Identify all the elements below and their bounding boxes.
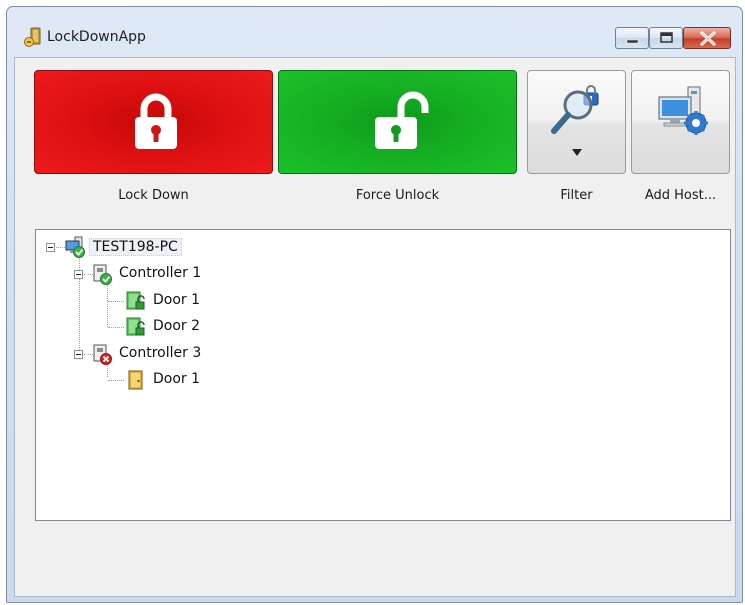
add-host-label: Add Host... — [644, 188, 717, 203]
collapse-toggle[interactable] — [74, 270, 83, 279]
tree-connector — [107, 280, 108, 327]
tree-connector — [108, 327, 124, 328]
collapse-toggle[interactable] — [74, 350, 83, 359]
add-host-icon — [658, 86, 708, 135]
filter-search-icon — [551, 85, 599, 134]
lock-down-label: Lock Down — [118, 188, 189, 203]
padlock-locked-icon — [135, 93, 177, 149]
app-window: LockDownApp Lock Down Force Unlock Filte… — [6, 6, 743, 603]
client-area: Lock Down Force Unlock Filter Add Host..… — [14, 57, 736, 597]
tree-node-host[interactable]: TEST198-PC — [46, 236, 346, 258]
controller-error-icon — [93, 344, 112, 365]
app-icon — [24, 27, 41, 47]
padlock-unlocked-icon — [375, 91, 429, 149]
door-label: Door 1 — [153, 371, 201, 387]
tree-node-door[interactable]: Door 1 — [125, 369, 325, 391]
close-icon — [700, 31, 716, 46]
tree-node-controller[interactable]: Controller 3 — [74, 343, 374, 365]
host-computer-icon — [65, 236, 85, 258]
tree-connector — [108, 301, 124, 302]
force-unlock-button[interactable] — [278, 70, 517, 174]
window-title: LockDownApp — [47, 29, 146, 45]
maximize-button[interactable] — [649, 27, 683, 49]
collapse-toggle[interactable] — [46, 243, 55, 252]
door-label: Door 1 — [153, 292, 201, 308]
tree-node-door[interactable]: Door 2 — [125, 316, 325, 338]
tree-node-door[interactable]: Door 1 — [125, 290, 325, 312]
tree-node-controller[interactable]: Controller 1 — [74, 263, 374, 285]
title-bar[interactable]: LockDownApp — [7, 7, 742, 57]
controller-label: Controller 3 — [119, 345, 202, 361]
door-label: Door 2 — [153, 318, 201, 334]
controller-ok-icon — [93, 264, 112, 285]
door-unlocked-icon — [126, 291, 145, 310]
door-icon — [128, 370, 143, 390]
tree-connector — [108, 380, 124, 381]
maximize-icon — [660, 32, 673, 43]
force-unlock-label: Force Unlock — [355, 188, 440, 203]
add-host-button[interactable] — [631, 70, 730, 174]
filter-button[interactable] — [527, 70, 626, 174]
lock-down-button[interactable] — [34, 70, 273, 174]
minimize-button[interactable] — [615, 27, 649, 49]
minimize-icon — [626, 39, 639, 44]
filter-label: Filter — [560, 188, 593, 203]
close-button[interactable] — [683, 27, 731, 49]
controller-label: Controller 1 — [119, 265, 202, 281]
host-label: TEST198-PC — [89, 238, 182, 256]
chevron-down-icon — [572, 149, 582, 156]
door-unlocked-icon — [126, 317, 145, 336]
host-tree-view[interactable]: TEST198-PC Controller 1 Door 1 Door 2 Co… — [35, 229, 731, 521]
